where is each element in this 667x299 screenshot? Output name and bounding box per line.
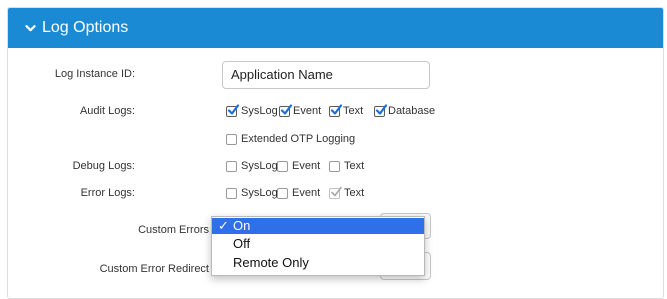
audit-event-label: Event [293,105,322,117]
audit-syslog-label: SysLog [241,105,278,117]
panel-header[interactable]: Log Options [8,8,663,48]
custom-errors-label: Custom Errors [138,224,209,236]
option-remote-only[interactable]: Remote Only [212,255,424,271]
chevron-down-icon [25,25,36,32]
custom-error-redirect-label: Custom Error Redirect [99,263,209,275]
custom-errors-dropdown: ✓ On Off Remote Only [211,216,425,276]
error-event-checkbox[interactable] [277,188,288,199]
checkmark-icon: ✓ [218,218,229,233]
check-icon [227,104,239,115]
check-icon [280,104,292,115]
debug-syslog-label: SysLog [241,160,278,172]
debug-event-checkbox[interactable] [277,161,288,172]
panel-title: Log Options [42,19,129,36]
error-syslog-checkbox[interactable] [226,188,237,199]
error-event-label: Event [292,187,321,199]
audit-event-checkbox[interactable] [279,104,292,117]
debug-syslog-checkbox[interactable] [226,161,237,172]
option-label: Remote Only [233,255,309,270]
extended-otp-label: Extended OTP Logging [241,133,356,145]
debug-text-checkbox[interactable] [329,161,340,172]
audit-text-label: Text [343,105,364,117]
check-icon [330,104,342,115]
option-label: On [233,218,251,233]
audit-database-checkbox[interactable] [374,104,387,117]
option-label: Off [233,236,251,251]
extended-otp-checkbox[interactable] [226,134,237,145]
debug-event-label: Event [292,160,321,172]
audit-logs-label: Audit Logs: [79,105,135,117]
audit-text-checkbox[interactable] [329,104,342,117]
log-instance-id-label: Log Instance ID: [54,68,135,80]
log-instance-id-input[interactable]: Application Name [222,61,430,89]
error-syslog-label: SysLog [241,187,278,199]
option-off[interactable]: Off [212,236,424,252]
error-text-checkbox[interactable] [329,186,342,199]
debug-text-label: Text [344,160,365,172]
audit-syslog-checkbox[interactable] [226,104,239,117]
audit-database-label: Database [388,105,436,117]
option-on[interactable]: ✓ On [212,218,424,234]
check-icon [331,186,342,197]
check-icon [375,104,387,115]
error-text-label: Text [344,187,365,199]
error-logs-label: Error Logs: [80,187,135,199]
debug-logs-label: Debug Logs: [72,160,135,172]
